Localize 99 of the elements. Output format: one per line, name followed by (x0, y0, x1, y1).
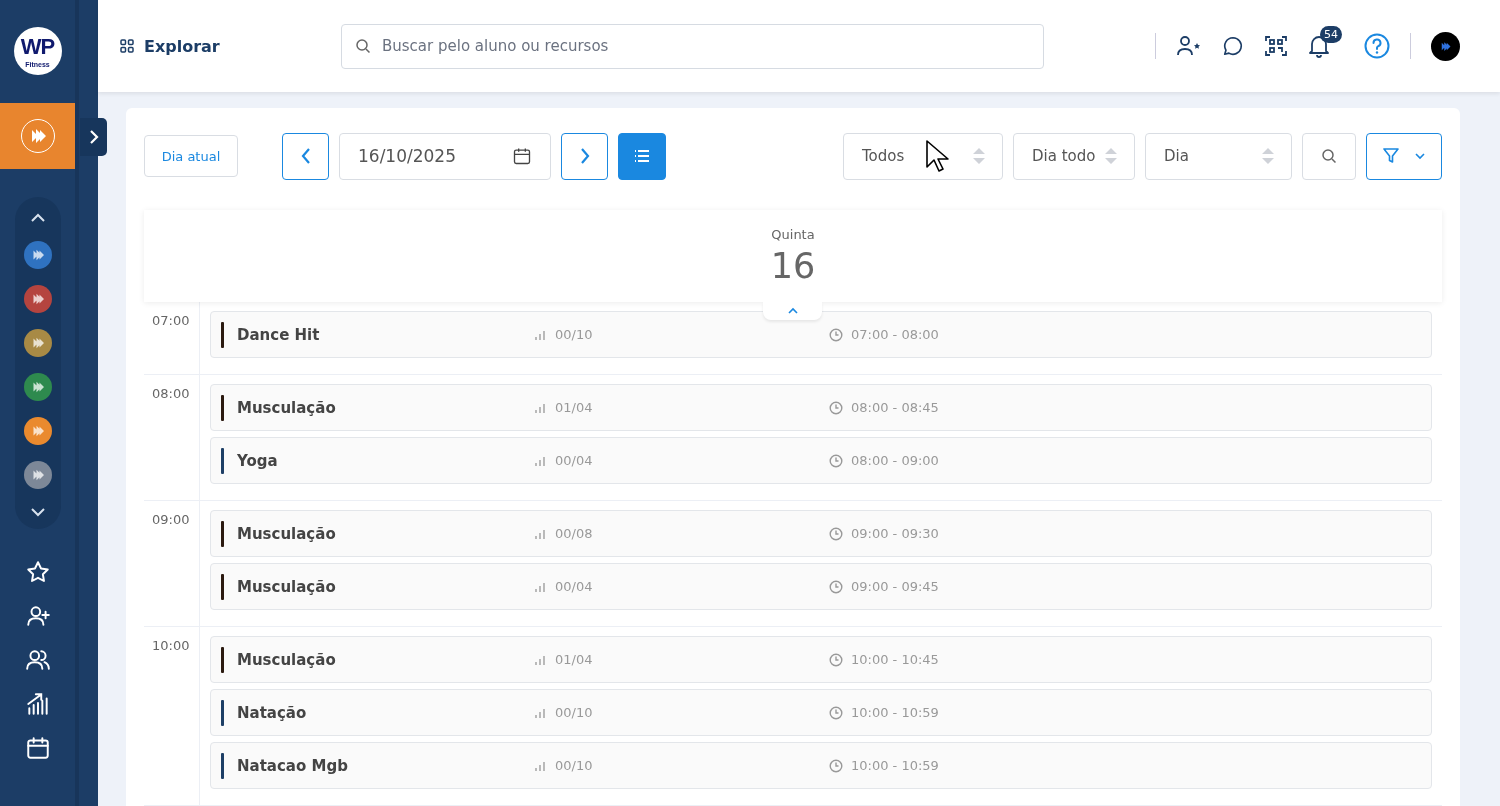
unit-logo-icon[interactable] (23, 373, 52, 401)
avatar[interactable] (1431, 31, 1460, 61)
bar-chart-icon (535, 402, 546, 413)
hour-label: 10:00 (152, 638, 190, 653)
class-name: Natacao Mgb (237, 756, 349, 775)
add-user-icon[interactable] (24, 603, 51, 629)
class-card[interactable]: Dance Hit 00/10 07:00 - 08:00 (210, 311, 1432, 358)
bar-chart-icon (535, 654, 546, 665)
select-field[interactable]: Dia todo (1013, 132, 1135, 180)
capacity-count: 00/10 (555, 705, 593, 720)
class-name: Musculação (237, 577, 337, 596)
unit-logo-icon[interactable] (23, 241, 52, 269)
chevron-up-icon (786, 307, 799, 315)
unit-logo-icon[interactable] (23, 329, 52, 357)
sort-arrows-icon (972, 147, 986, 165)
clock-icon (829, 526, 843, 541)
clock-icon (829, 400, 843, 415)
capacity-count: 00/04 (555, 579, 593, 594)
time-range: 08:00 - 09:00 (851, 453, 939, 468)
qr-code-icon[interactable] (1264, 34, 1288, 58)
calendar-icon[interactable] (512, 146, 532, 166)
sort-arrows-icon (1104, 147, 1118, 165)
class-card[interactable]: Musculação 00/04 09:00 - 09:45 (210, 563, 1432, 610)
class-name: Musculação (237, 398, 337, 417)
class-name: Musculação (237, 650, 337, 669)
class-card[interactable]: Musculação 01/04 10:00 - 10:45 (210, 636, 1432, 683)
capacity-count: 00/08 (555, 526, 593, 541)
capacity-count: 00/10 (555, 758, 593, 773)
class-card[interactable]: Musculação 00/08 09:00 - 09:30 (210, 510, 1432, 557)
date-field[interactable]: 16/10/2025 (339, 132, 551, 180)
bar-chart-icon (535, 581, 546, 592)
search-field[interactable]: Buscar pelo aluno ou recursos (341, 23, 1044, 69)
capacity-count: 01/04 (555, 652, 593, 667)
hour-label: 08:00 (152, 386, 190, 401)
weekday-label: Quinta (771, 226, 815, 242)
clock-icon (829, 453, 843, 468)
time-range: 08:00 - 08:45 (851, 400, 939, 415)
bar-chart-icon (535, 707, 546, 718)
time-range: 09:00 - 09:45 (851, 579, 939, 594)
class-name: Yoga (237, 451, 279, 470)
time-range: 10:00 - 10:45 (851, 652, 939, 667)
calendar-icon[interactable] (24, 735, 51, 761)
chevron-left-icon (299, 147, 312, 165)
expand-sidebar-button[interactable] (80, 118, 107, 156)
class-card[interactable]: Natação 00/10 10:00 - 10:59 (210, 689, 1432, 736)
unit-logo-icon[interactable] (23, 417, 52, 445)
clock-icon (829, 579, 843, 594)
time-range: 10:00 - 10:59 (851, 705, 939, 720)
current-unit-icon[interactable] (0, 103, 75, 169)
hour-label: 09:00 (152, 512, 190, 527)
today-button[interactable]: Dia atual (144, 135, 238, 177)
hour-label: 07:00 (152, 313, 190, 328)
previous-button[interactable] (282, 132, 329, 180)
chevron-down-icon (1414, 152, 1426, 160)
time-range: 09:00 - 09:30 (851, 526, 939, 541)
class-card[interactable]: Musculação 01/04 08:00 - 08:45 (210, 384, 1432, 431)
bar-chart-icon (535, 528, 546, 539)
bar-chart-icon (535, 455, 546, 466)
class-name: Dance Hit (237, 325, 321, 344)
time-range: 10:00 - 10:59 (851, 758, 939, 773)
clock-icon (829, 705, 843, 720)
search-icon (1321, 148, 1337, 164)
class-name: Natação (237, 703, 308, 722)
class-name: Musculação (237, 524, 337, 543)
chevron-right-icon (578, 147, 591, 165)
list-icon (634, 149, 650, 163)
clock-icon (829, 758, 843, 773)
chat-icon[interactable] (1222, 35, 1244, 57)
select-field[interactable]: Dia (1145, 132, 1292, 180)
bar-chart-icon (535, 760, 546, 771)
user-star-icon[interactable] (1176, 34, 1202, 58)
unit-logo-icon[interactable] (23, 461, 52, 489)
select-field[interactable]: Todos (843, 132, 1003, 180)
unit-logo-icon[interactable] (23, 285, 52, 313)
mouse-cursor-icon (925, 139, 949, 173)
help-icon[interactable] (1364, 33, 1390, 59)
capacity-count: 00/04 (555, 453, 593, 468)
users-icon[interactable] (24, 647, 51, 673)
star-icon[interactable] (24, 559, 51, 585)
list-view-button[interactable] (618, 132, 666, 180)
filter-icon (1382, 147, 1400, 165)
chevron-right-icon (87, 129, 100, 145)
filter-button[interactable] (1366, 132, 1442, 180)
class-card[interactable]: Yoga 00/04 08:00 - 09:00 (210, 437, 1432, 484)
class-card[interactable]: Natacao Mgb 00/10 10:00 - 10:59 (210, 742, 1432, 789)
capacity-count: 00/10 (555, 327, 593, 342)
explore-button[interactable]: Explorar (120, 36, 341, 56)
day-number: 16 (770, 245, 816, 286)
notification-badge: 54 (1320, 26, 1342, 43)
clock-icon (829, 327, 843, 342)
growth-chart-icon[interactable] (24, 691, 51, 717)
time-range: 07:00 - 08:00 (851, 327, 939, 342)
bar-chart-icon (535, 329, 546, 340)
sort-arrows-icon (1261, 147, 1275, 165)
clock-icon (829, 652, 843, 667)
next-button[interactable] (561, 132, 608, 180)
capacity-count: 01/04 (555, 400, 593, 415)
grid-icon (120, 39, 134, 53)
date-value: 16/10/2025 (358, 146, 456, 166)
